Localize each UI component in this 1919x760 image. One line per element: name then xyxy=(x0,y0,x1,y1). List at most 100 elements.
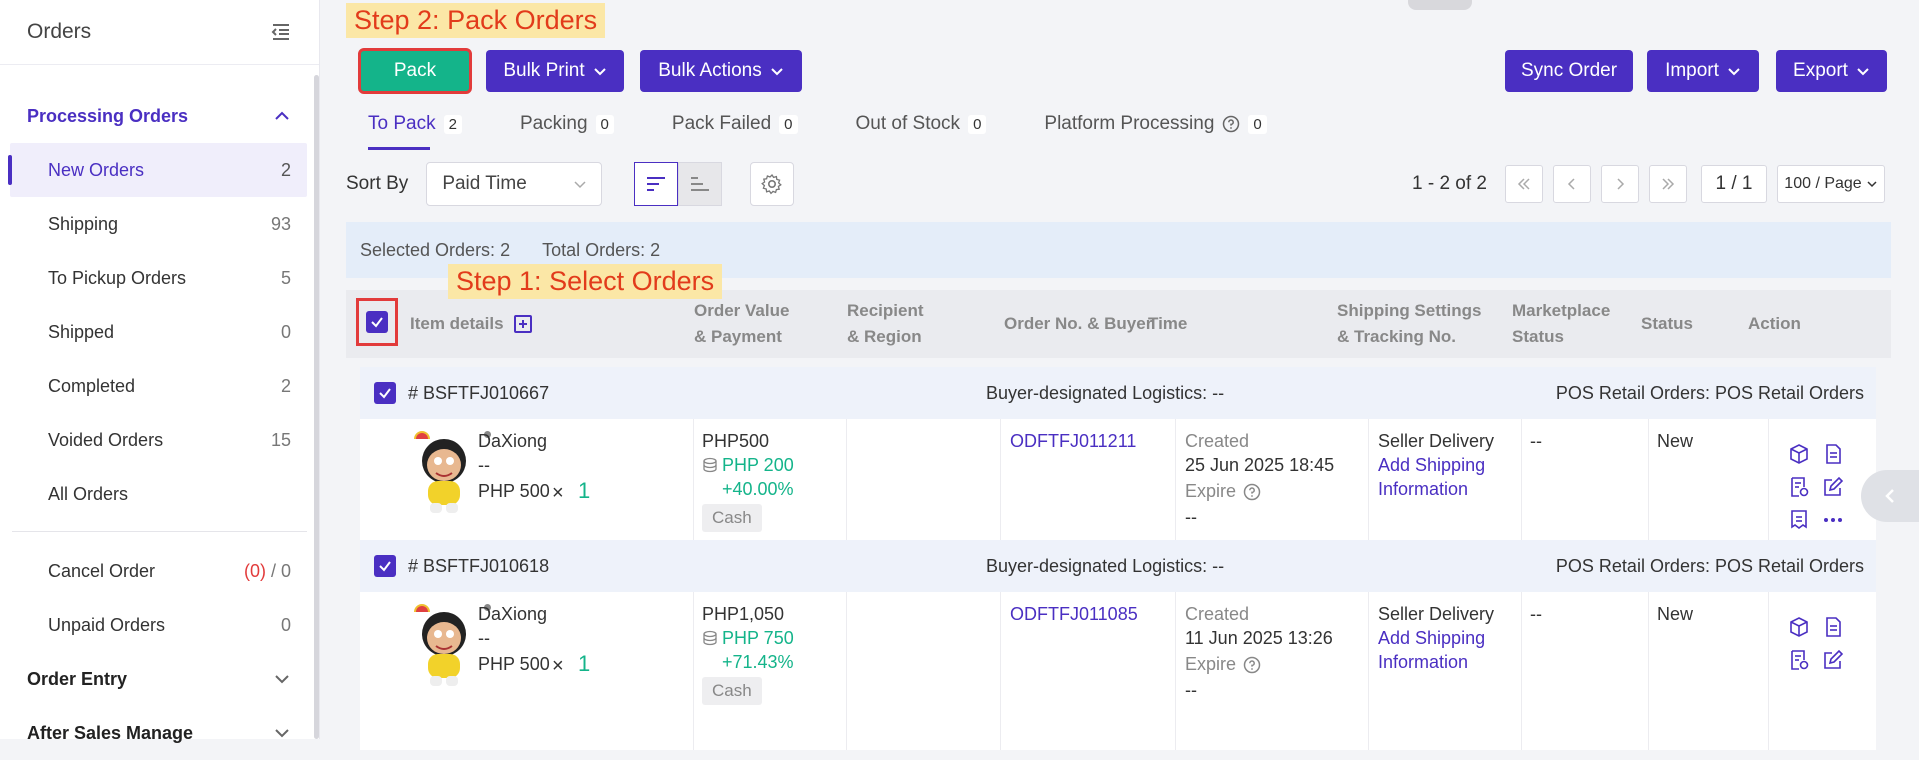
next-page-button[interactable] xyxy=(1601,165,1639,203)
sidebar-item-completed[interactable]: Completed 2 xyxy=(0,359,319,413)
sort-ascending-button[interactable] xyxy=(678,162,723,206)
add-shipping-link[interactable]: Add Shipping xyxy=(1378,626,1485,650)
tab-label: To Pack xyxy=(368,113,436,134)
sidebar-item-count: 0 xyxy=(280,614,291,635)
sidebar-item-shipped[interactable]: Shipped 0 xyxy=(0,305,319,359)
sidebar-item-all-orders[interactable]: All Orders xyxy=(0,467,319,521)
page-input[interactable]: 1 / 1 xyxy=(1701,165,1767,203)
settings-button[interactable] xyxy=(750,162,795,206)
help-icon[interactable] xyxy=(1222,115,1240,133)
order-number-link[interactable]: ODFTFJ011211 xyxy=(1010,429,1136,453)
tab-out-of-stock[interactable]: Out of Stock 0 xyxy=(856,104,987,144)
invoice-settings-icon[interactable] xyxy=(1788,476,1810,498)
times-sign: × xyxy=(552,482,564,504)
check-icon xyxy=(379,388,391,399)
col-label: Shipping Settings xyxy=(1337,301,1482,320)
document-icon[interactable] xyxy=(1822,443,1844,465)
order-cost: PHP 200 xyxy=(722,455,794,475)
sidebar-item-voided-orders[interactable]: Voided Orders 15 xyxy=(0,413,319,467)
tab-pack-failed[interactable]: Pack Failed 0 xyxy=(672,104,798,144)
sidebar-group-label: After Sales Manage xyxy=(27,722,194,743)
tab-packing[interactable]: Packing 0 xyxy=(520,104,614,144)
side-panel-toggle[interactable] xyxy=(1861,470,1919,522)
chevron-down-icon xyxy=(771,68,783,76)
sort-select[interactable]: Paid Time xyxy=(426,162,603,206)
receipt-icon[interactable] xyxy=(1788,509,1810,531)
more-icon[interactable] xyxy=(1822,509,1844,531)
col-shipping: Shipping Settings & Tracking No. xyxy=(1337,290,1482,358)
order-value: PHP500 xyxy=(702,431,770,451)
product-qty: 1 xyxy=(578,651,591,676)
sidebar-item-label: Unpaid Orders xyxy=(48,614,166,635)
sort-descending-button[interactable] xyxy=(634,162,679,206)
tab-label: Pack Failed xyxy=(671,113,772,134)
sidebar-item-unpaid-orders[interactable]: Unpaid Orders 0 xyxy=(0,598,319,652)
sidebar-item-label: Shipped xyxy=(48,321,115,342)
edit-icon[interactable] xyxy=(1822,476,1844,498)
order-checkbox[interactable] xyxy=(374,382,396,404)
prev-page-button[interactable] xyxy=(1553,165,1591,203)
export-button[interactable]: Export xyxy=(1776,50,1887,92)
col-label: Recipient xyxy=(847,301,924,320)
add-shipping-link-cont[interactable]: Information xyxy=(1378,477,1468,501)
sidebar-group-order-entry[interactable]: Order Entry xyxy=(0,652,319,706)
marketplace-status: -- xyxy=(1530,431,1542,451)
double-chevron-left-icon xyxy=(1517,178,1530,190)
first-page-button[interactable] xyxy=(1505,165,1543,203)
shipping-method: Seller Delivery xyxy=(1378,431,1495,451)
expire-time: -- xyxy=(1185,507,1197,527)
col-action: Action xyxy=(1748,314,1801,333)
chevron-down-icon xyxy=(1857,68,1869,76)
select-all-checkbox[interactable] xyxy=(366,311,388,333)
sidebar-scrollbar[interactable] xyxy=(314,75,319,739)
document-icon[interactable] xyxy=(1822,616,1844,638)
order-margin: +71.43% xyxy=(722,652,794,672)
bulk-actions-button[interactable]: Bulk Actions xyxy=(640,50,802,92)
sidebar-item-new-orders[interactable]: New Orders 2 xyxy=(8,143,307,197)
order-status: New xyxy=(1657,431,1694,451)
sidebar-item-count: 15 xyxy=(270,429,291,450)
add-shipping-link[interactable]: Add Shipping xyxy=(1378,453,1485,477)
sort-ascending-icon xyxy=(691,177,710,191)
sidebar-item-to-pickup-orders[interactable]: To Pickup Orders 5 xyxy=(0,251,319,305)
col-order-no: Order No. & Buyer xyxy=(1004,314,1153,333)
column-divider xyxy=(1768,592,1769,750)
sidebar-group-processing-orders[interactable]: Processing Orders xyxy=(0,89,319,143)
col-recipient: Recipient & Region xyxy=(847,290,924,358)
sync-order-button[interactable]: Sync Order xyxy=(1505,50,1633,92)
chevron-down-icon xyxy=(1728,68,1740,76)
help-icon[interactable] xyxy=(1243,656,1261,674)
order-number-link[interactable]: ODFTFJ011085 xyxy=(1010,602,1138,626)
collapse-menu-icon[interactable] xyxy=(269,20,293,44)
invoice-settings-icon[interactable] xyxy=(1788,649,1810,671)
col-label: Item details xyxy=(410,314,504,333)
help-icon[interactable] xyxy=(1243,483,1261,501)
package-icon[interactable] xyxy=(1788,443,1810,465)
tab-platform-processing[interactable]: Platform Processing 0 xyxy=(1044,104,1267,144)
pagination-info: 1 - 2 of 2 xyxy=(1412,173,1487,194)
pack-button[interactable]: Pack xyxy=(358,48,472,94)
sidebar-item-cancel-order[interactable]: Cancel Order (0) / 0 xyxy=(0,544,319,598)
add-shipping-link-cont[interactable]: Information xyxy=(1378,650,1468,674)
order-checkbox[interactable] xyxy=(374,555,396,577)
expire-label: Expire xyxy=(1185,654,1237,674)
created-time: 25 Jun 2025 18:45 xyxy=(1185,455,1335,475)
import-button[interactable]: Import xyxy=(1647,50,1759,92)
tab-to-pack[interactable]: To Pack 2 xyxy=(368,104,462,150)
sidebar-item-shipping[interactable]: Shipping 93 xyxy=(0,197,319,251)
expand-plus-icon[interactable] xyxy=(513,315,532,333)
expire-time: -- xyxy=(1185,680,1197,700)
sidebar-group-after-sales[interactable]: After Sales Manage xyxy=(0,706,319,760)
payment-method-badge: Cash xyxy=(702,504,762,532)
sidebar-group-label: Processing Orders xyxy=(27,105,189,126)
package-icon[interactable] xyxy=(1788,616,1810,638)
order-cost: PHP 750 xyxy=(722,628,794,648)
last-page-button[interactable] xyxy=(1649,165,1687,203)
top-drawer-handle[interactable] xyxy=(1408,0,1472,10)
col-label: & Tracking No. xyxy=(1337,327,1457,346)
bulk-print-button[interactable]: Bulk Print xyxy=(486,50,624,92)
edit-icon[interactable] xyxy=(1822,649,1844,671)
tab-count: 0 xyxy=(595,114,614,134)
col-label: & Region xyxy=(847,327,922,346)
page-size-select[interactable]: 100 / Page xyxy=(1777,165,1885,203)
